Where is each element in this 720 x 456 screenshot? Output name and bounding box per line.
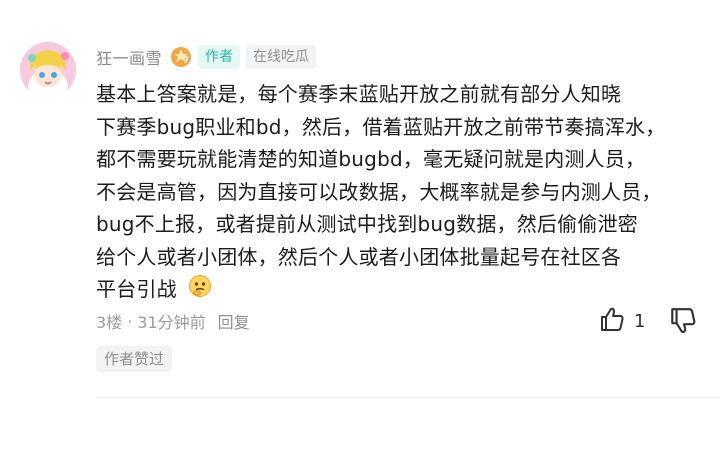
divider (96, 397, 720, 398)
thumbs-down-icon[interactable] (668, 306, 698, 336)
thumbs-up-icon (598, 305, 626, 337)
comment-time: 31分钟前 (137, 313, 206, 332)
author-tag: 作者 (198, 45, 241, 69)
comment-line: bug不上报，或者提前从测试中找到bug数据，然后偷偷泄密 (96, 212, 638, 236)
comment-line: 下赛季bug职业和bd，然后，借着蓝贴开放之前带节奏搞浑水， (96, 114, 666, 139)
avatar[interactable] (20, 42, 76, 98)
like-count: 1 (634, 310, 646, 332)
comment-line: 基本上答案就是，每个赛季末蓝贴开放之前就有部分人知晓 (96, 82, 622, 106)
like-button[interactable]: 1 (598, 306, 645, 336)
comment-line: 平台引战 (96, 277, 177, 301)
user-title-tag: 在线吃瓜 (246, 45, 317, 69)
comment-meta: 3楼 · 31分钟前 回复 (96, 309, 250, 333)
comment-body: 基本上答案就是，每个赛季末蓝贴开放之前就有部分人知晓 下赛季bug职业和bd，然… (96, 78, 702, 306)
comment-line: 都不需要玩就能清楚的知道bugbd，毫无疑问就是内测人员， (96, 147, 646, 171)
comment-line: 不会是高管，因为直接可以改数据，大概率就是参与内测人员， (96, 179, 662, 204)
author-liked-badge: 作者赞过 (96, 346, 173, 372)
level-badge-number: 7 (183, 56, 189, 66)
thinking-face-emoji (188, 274, 212, 298)
meta-separator: · (127, 311, 133, 331)
comment-header: 狂一画雪 7 作者 在线吃瓜 (96, 44, 317, 70)
reply-button[interactable]: 回复 (218, 309, 250, 333)
username[interactable]: 狂一画雪 (96, 45, 162, 69)
level-badge-icon: 7 (170, 46, 192, 68)
comment-line: 给个人或者小团体，然后个人或者小团体批量起号在社区各 (96, 244, 622, 269)
floor-number: 3楼 (96, 313, 123, 332)
